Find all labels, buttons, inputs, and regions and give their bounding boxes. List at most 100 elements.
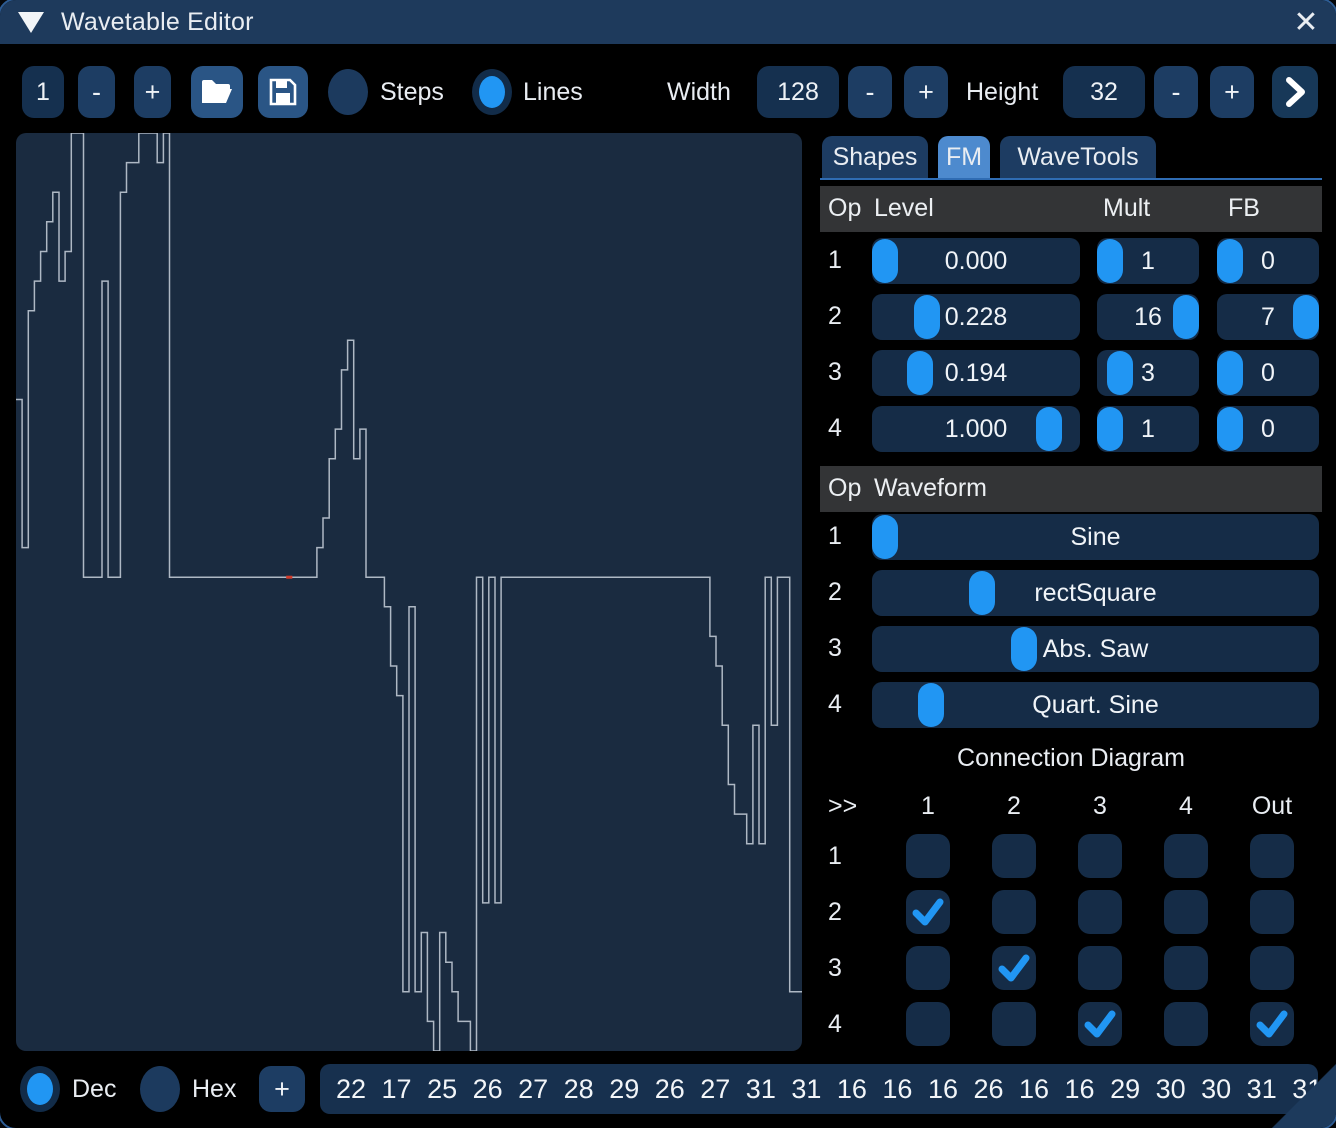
conn-col-header-1: 1 bbox=[906, 792, 950, 821]
conn-row-4: 4 bbox=[820, 1002, 1322, 1046]
waveform-slider-op1-value: Sine bbox=[872, 514, 1319, 560]
fm-op-label-1: 1 bbox=[828, 246, 868, 275]
waveform-op-label-2: 2 bbox=[828, 578, 868, 607]
wf-header-waveform: Waveform bbox=[874, 474, 987, 503]
conn-checkbox-4-Out[interactable] bbox=[1250, 1002, 1294, 1046]
waveform-row-op2: 2rectSquare bbox=[820, 570, 1322, 616]
fb-slider-op3-value: 0 bbox=[1217, 350, 1319, 396]
height-minus-button[interactable]: - bbox=[1154, 66, 1198, 118]
conn-row-label-3: 3 bbox=[828, 954, 868, 983]
checkmark-icon bbox=[992, 946, 1036, 990]
waveform-slider-op2-value: rectSquare bbox=[872, 570, 1319, 616]
conn-checkbox-2-1[interactable] bbox=[906, 890, 950, 934]
waveform-slider-op2[interactable]: rectSquare bbox=[872, 570, 1319, 616]
resize-grip[interactable] bbox=[1272, 1064, 1336, 1128]
wavetable-editor-window: Wavetable Editor ✕ 1 - + Steps Lines Wid… bbox=[0, 0, 1336, 1128]
conn-checkbox-4-1[interactable] bbox=[906, 1002, 950, 1046]
add-value-button[interactable]: + bbox=[259, 1066, 305, 1112]
frame-number-box[interactable]: 1 bbox=[22, 66, 64, 118]
conn-checkbox-1-2[interactable] bbox=[992, 834, 1036, 878]
right-panel: Shapes FM WaveTools Op Level Mult FB 10.… bbox=[820, 136, 1322, 1051]
width-value-box[interactable]: 128 bbox=[757, 66, 839, 118]
sample-values-strip[interactable]: 22 17 25 26 27 28 29 26 27 31 31 16 16 1… bbox=[320, 1064, 1318, 1114]
open-file-button[interactable] bbox=[191, 66, 243, 118]
conn-checkbox-3-3[interactable] bbox=[1078, 946, 1122, 990]
waveform-slider-op3[interactable]: Abs. Saw bbox=[872, 626, 1319, 672]
bottom-bar: Dec Hex + 22 17 25 26 27 28 29 26 27 31 … bbox=[0, 1062, 1336, 1116]
hex-radio[interactable] bbox=[140, 1066, 180, 1112]
width-plus-button[interactable]: + bbox=[904, 66, 948, 118]
frame-minus-button[interactable]: - bbox=[78, 66, 115, 118]
conn-col-header-3: 3 bbox=[1078, 792, 1122, 821]
level-slider-op1[interactable]: 0.000 bbox=[872, 238, 1080, 284]
mult-slider-op4[interactable]: 1 bbox=[1097, 406, 1199, 452]
conn-checkbox-3-2[interactable] bbox=[992, 946, 1036, 990]
conn-checkbox-2-Out[interactable] bbox=[1250, 890, 1294, 934]
fb-slider-op1[interactable]: 0 bbox=[1217, 238, 1319, 284]
mult-slider-op3[interactable]: 3 bbox=[1097, 350, 1199, 396]
fb-slider-op1-value: 0 bbox=[1217, 238, 1319, 284]
fb-slider-op4[interactable]: 0 bbox=[1217, 406, 1319, 452]
level-slider-op2-value: 0.228 bbox=[872, 294, 1080, 340]
conn-checkbox-4-4[interactable] bbox=[1164, 1002, 1208, 1046]
conn-row-label-2: 2 bbox=[828, 898, 868, 927]
waveform-row-op4: 4Quart. Sine bbox=[820, 682, 1322, 728]
conn-checkbox-2-3[interactable] bbox=[1078, 890, 1122, 934]
height-plus-button[interactable]: + bbox=[1210, 66, 1254, 118]
conn-checkbox-2-4[interactable] bbox=[1164, 890, 1208, 934]
checkmark-icon bbox=[1250, 1002, 1294, 1046]
mult-slider-op1[interactable]: 1 bbox=[1097, 238, 1199, 284]
fb-slider-op2[interactable]: 7 bbox=[1217, 294, 1319, 340]
tab-shapes[interactable]: Shapes bbox=[822, 136, 928, 178]
level-slider-op2[interactable]: 0.228 bbox=[872, 294, 1080, 340]
conn-checkbox-1-Out[interactable] bbox=[1250, 834, 1294, 878]
conn-row-label-4: 4 bbox=[828, 1010, 868, 1039]
frame-plus-button[interactable]: + bbox=[134, 66, 171, 118]
dec-radio[interactable] bbox=[20, 1066, 60, 1112]
steps-radio[interactable] bbox=[328, 69, 368, 115]
mult-slider-op2[interactable]: 16 bbox=[1097, 294, 1199, 340]
conn-col-header-src: >> bbox=[828, 792, 857, 821]
title-bar[interactable]: Wavetable Editor ✕ bbox=[0, 0, 1336, 44]
conn-checkbox-4-2[interactable] bbox=[992, 1002, 1036, 1046]
conn-col-header-Out: Out bbox=[1250, 792, 1294, 821]
tab-fm[interactable]: FM bbox=[938, 136, 990, 178]
conn-checkbox-3-4[interactable] bbox=[1164, 946, 1208, 990]
level-slider-op4[interactable]: 1.000 bbox=[872, 406, 1080, 452]
close-button[interactable]: ✕ bbox=[1286, 0, 1326, 44]
waveform-slider-op1[interactable]: Sine bbox=[872, 514, 1319, 560]
conn-checkbox-3-Out[interactable] bbox=[1250, 946, 1294, 990]
expand-panel-button[interactable] bbox=[1272, 66, 1318, 118]
waveform-display[interactable] bbox=[16, 133, 802, 1051]
lines-radio[interactable] bbox=[472, 69, 512, 115]
fm-header-op: Op bbox=[828, 194, 861, 223]
fm-row-op4: 41.00010 bbox=[820, 406, 1322, 452]
level-slider-op3[interactable]: 0.194 bbox=[872, 350, 1080, 396]
mult-slider-op2-value: 16 bbox=[1097, 294, 1199, 340]
height-value-box[interactable]: 32 bbox=[1063, 66, 1145, 118]
waveform-slider-op4-value: Quart. Sine bbox=[872, 682, 1319, 728]
fm-row-op2: 20.228 16 7 bbox=[820, 294, 1322, 340]
connection-diagram-title: Connection Diagram bbox=[820, 744, 1322, 773]
fb-slider-op3[interactable]: 0 bbox=[1217, 350, 1319, 396]
save-button[interactable] bbox=[258, 66, 308, 118]
dec-label: Dec bbox=[72, 1063, 116, 1115]
conn-checkbox-3-1[interactable] bbox=[906, 946, 950, 990]
conn-checkbox-1-4[interactable] bbox=[1164, 834, 1208, 878]
height-label: Height bbox=[966, 66, 1038, 118]
conn-checkbox-2-2[interactable] bbox=[992, 890, 1036, 934]
conn-checkbox-1-1[interactable] bbox=[906, 834, 950, 878]
tab-wavetools[interactable]: WaveTools bbox=[1000, 136, 1156, 178]
app-triangle-icon bbox=[18, 12, 44, 33]
waveform-slider-op4[interactable]: Quart. Sine bbox=[872, 682, 1319, 728]
wf-header-op: Op bbox=[828, 474, 861, 503]
fm-header-fb: FB bbox=[1228, 194, 1260, 223]
conn-checkbox-1-3[interactable] bbox=[1078, 834, 1122, 878]
level-slider-op3-value: 0.194 bbox=[872, 350, 1080, 396]
mult-slider-op3-value: 3 bbox=[1097, 350, 1199, 396]
fm-op-label-2: 2 bbox=[828, 302, 868, 331]
width-minus-button[interactable]: - bbox=[848, 66, 892, 118]
conn-checkbox-4-3[interactable] bbox=[1078, 1002, 1122, 1046]
level-slider-op1-value: 0.000 bbox=[872, 238, 1080, 284]
tab-underline bbox=[820, 178, 1322, 180]
